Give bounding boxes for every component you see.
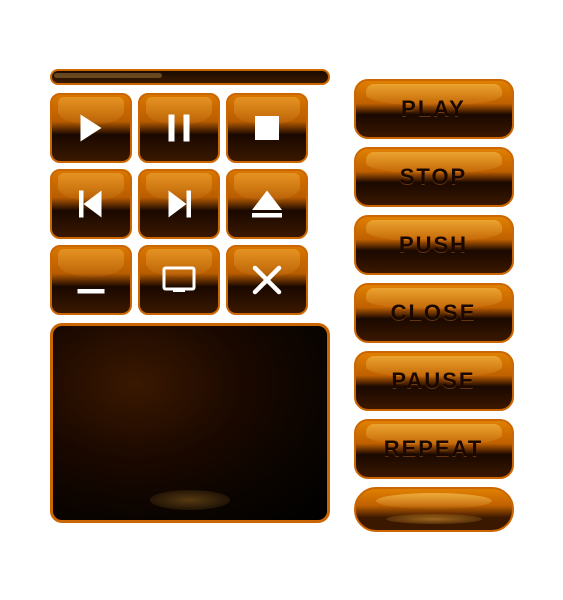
seek-bar[interactable] (50, 69, 330, 85)
close-text-button[interactable]: CLOSE (354, 283, 514, 343)
left-panel (50, 69, 330, 523)
stop-icon-button[interactable] (226, 93, 308, 163)
pause-text-button[interactable]: PAUSE (354, 351, 514, 411)
next-icon-button[interactable] (138, 169, 220, 239)
screen-icon-button[interactable] (138, 245, 220, 315)
stop-text-button[interactable]: STOP (354, 147, 514, 207)
icon-button-grid (50, 93, 330, 315)
display-screen (50, 323, 330, 523)
eject-icon-button[interactable] (226, 169, 308, 239)
close-icon-button[interactable] (226, 245, 308, 315)
prev-icon-button[interactable] (50, 169, 132, 239)
repeat-text-button[interactable]: REPEAT (354, 419, 514, 479)
right-panel: PLAY STOP PUSH CLOSE PAUSE REPEAT (354, 79, 514, 532)
oval-decorative-button[interactable] (354, 487, 514, 532)
pause-icon-button[interactable] (138, 93, 220, 163)
minimize-icon-button[interactable] (50, 245, 132, 315)
play-icon-button[interactable] (50, 93, 132, 163)
main-container: PLAY STOP PUSH CLOSE PAUSE REPEAT (30, 49, 534, 552)
push-text-button[interactable]: PUSH (354, 215, 514, 275)
play-text-button[interactable]: PLAY (354, 79, 514, 139)
